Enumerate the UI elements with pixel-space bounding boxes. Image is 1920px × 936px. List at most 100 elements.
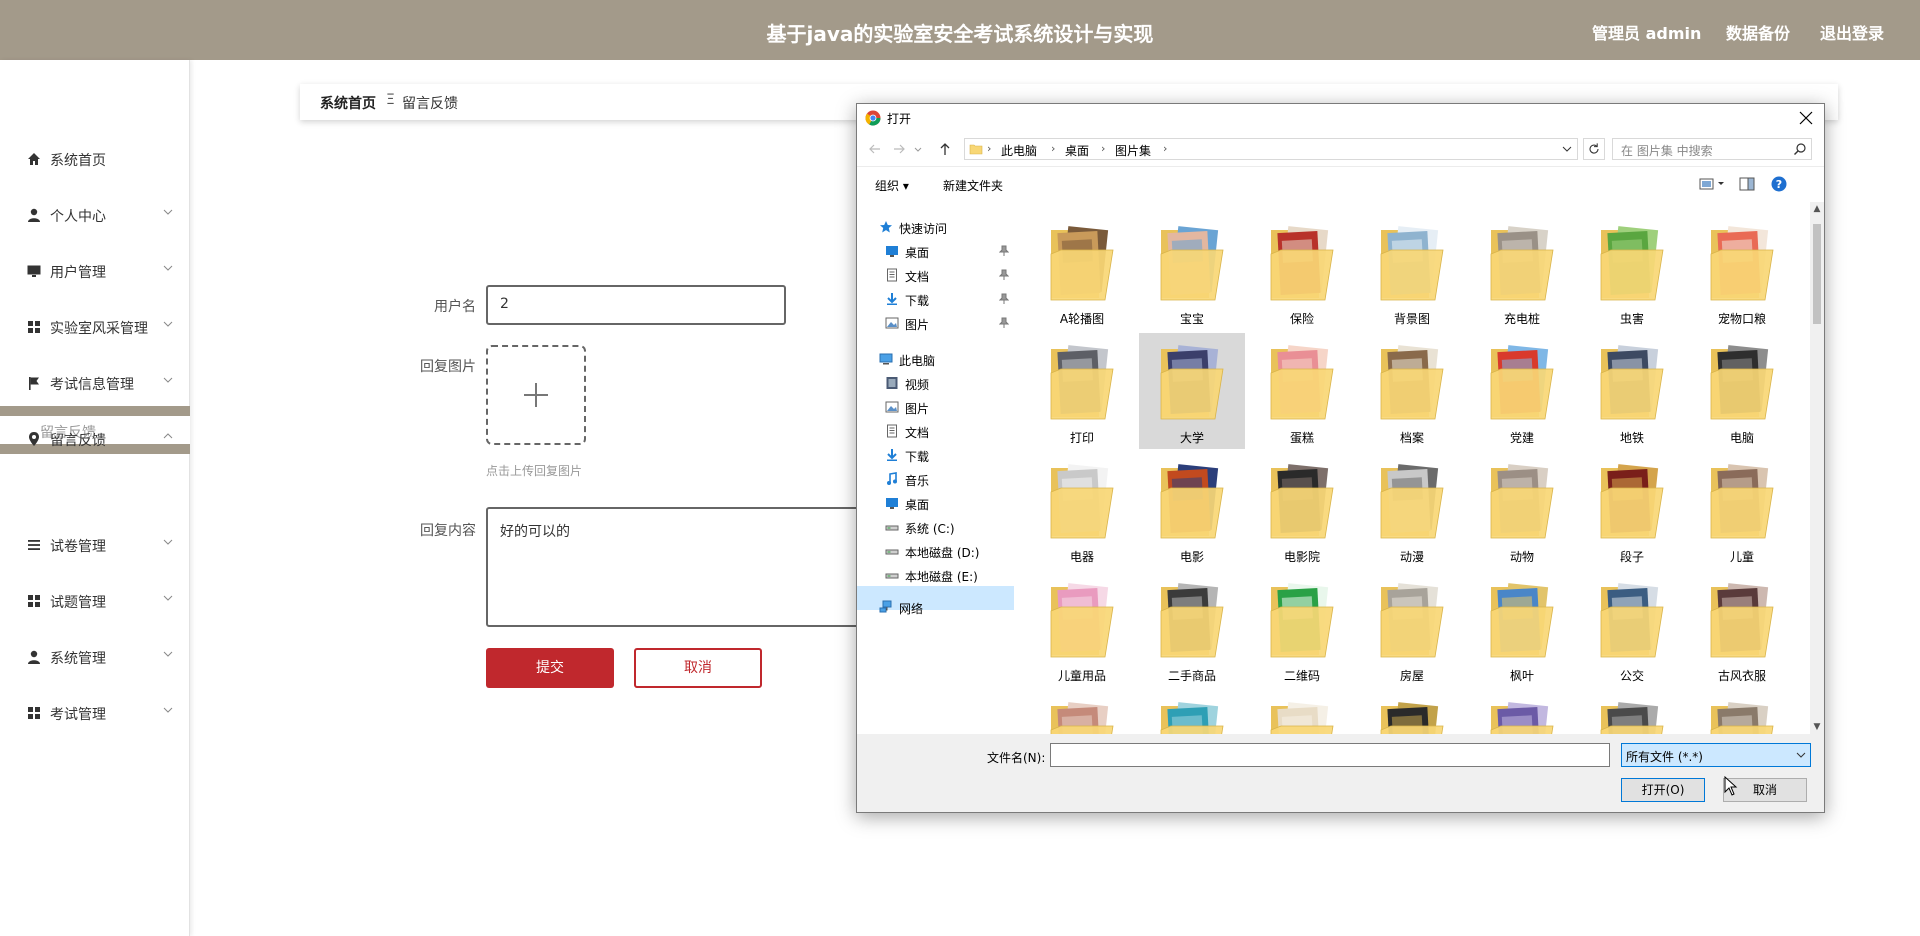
- pin-icon[interactable]: [999, 293, 1009, 305]
- folder-tile[interactable]: [1359, 690, 1465, 734]
- help-icon[interactable]: ?: [1771, 176, 1787, 192]
- path-desktop[interactable]: 桌面: [1065, 142, 1089, 159]
- vertical-scrollbar[interactable]: ▲ ▼: [1810, 202, 1824, 734]
- tree-item-11[interactable]: 桌面: [885, 492, 1005, 514]
- sidebar-item-3[interactable]: 实验室风采管理: [0, 306, 190, 346]
- open-button[interactable]: 打开(O): [1621, 778, 1705, 802]
- username-field[interactable]: 2: [486, 285, 786, 325]
- folder-tile[interactable]: 段子: [1579, 452, 1685, 568]
- folder-tile[interactable]: [1689, 690, 1795, 734]
- breadcrumb-home[interactable]: 系统首页: [320, 93, 376, 113]
- scroll-up-icon[interactable]: ▲: [1812, 204, 1822, 214]
- folder-tile[interactable]: 大学: [1139, 333, 1245, 449]
- tree-item-1[interactable]: 桌面: [885, 240, 1009, 262]
- folder-tile[interactable]: 保险: [1249, 214, 1355, 330]
- folder-tile[interactable]: 宝宝: [1139, 214, 1245, 330]
- folder-tile[interactable]: 儿童: [1689, 452, 1795, 568]
- image-upload-box[interactable]: [486, 345, 586, 445]
- folder-tile[interactable]: 背景图: [1359, 214, 1465, 330]
- folder-tile[interactable]: 打印: [1029, 333, 1135, 449]
- reply-content-textarea[interactable]: 好的可以的: [486, 507, 906, 627]
- pin-icon[interactable]: [999, 317, 1009, 329]
- folder-tile[interactable]: 电影院: [1249, 452, 1355, 568]
- tree-item-9[interactable]: 下载: [885, 444, 1005, 466]
- refresh-button[interactable]: [1583, 138, 1605, 160]
- sidebar-item-1[interactable]: 个人中心: [0, 194, 190, 234]
- sidebar-item-8[interactable]: 系统管理: [0, 636, 190, 676]
- folder-tile[interactable]: 古风衣服: [1689, 571, 1795, 687]
- folder-tile[interactable]: [1249, 690, 1355, 734]
- folder-tile[interactable]: 电影: [1139, 452, 1245, 568]
- scrollbar-thumb[interactable]: [1813, 224, 1821, 324]
- folder-tile[interactable]: 宠物口粮: [1689, 214, 1795, 330]
- address-bar[interactable]: › 此电脑 › 桌面 › 图片集 ›: [964, 138, 1578, 160]
- sidebar-item-6[interactable]: 试卷管理: [0, 524, 190, 564]
- tree-item-14[interactable]: 本地磁盘 (E:): [885, 564, 1005, 586]
- sidebar-item-7[interactable]: 试题管理: [0, 580, 190, 620]
- folder-tile[interactable]: 二手商品: [1139, 571, 1245, 687]
- filename-input[interactable]: [1050, 743, 1610, 767]
- folder-tile[interactable]: 动漫: [1359, 452, 1465, 568]
- back-arrow-icon[interactable]: [867, 141, 883, 157]
- up-arrow-icon[interactable]: [937, 141, 953, 157]
- new-folder-button[interactable]: 新建文件夹: [943, 177, 1003, 194]
- folder-tile[interactable]: 地铁: [1579, 333, 1685, 449]
- tree-item-12[interactable]: 系统 (C:): [885, 516, 1005, 538]
- sidebar-item-9[interactable]: 考试管理: [0, 692, 190, 732]
- sidebar-item-2[interactable]: 用户管理: [0, 250, 190, 290]
- path-pictures[interactable]: 图片集: [1115, 142, 1151, 159]
- tree-item-5[interactable]: 此电脑: [879, 348, 999, 370]
- forward-arrow-icon[interactable]: [891, 141, 907, 157]
- folder-tile[interactable]: 房屋: [1359, 571, 1465, 687]
- folder-tile[interactable]: 党建: [1469, 333, 1575, 449]
- folder-tile[interactable]: 公交: [1579, 571, 1685, 687]
- folder-tile[interactable]: A轮播图: [1029, 214, 1135, 330]
- folder-tile[interactable]: 档案: [1359, 333, 1465, 449]
- folder-tile[interactable]: 枫叶: [1469, 571, 1575, 687]
- search-input[interactable]: 在 图片集 中搜索: [1612, 138, 1812, 160]
- tree-item-0[interactable]: 快速访问: [879, 216, 999, 238]
- folder-tile[interactable]: 虫害: [1579, 214, 1685, 330]
- backup-link[interactable]: 数据备份: [1726, 20, 1790, 44]
- tree-item-10[interactable]: 音乐: [885, 468, 1005, 490]
- tree-item-15[interactable]: 网络: [879, 596, 999, 618]
- folder-tile[interactable]: 动物: [1469, 452, 1575, 568]
- preview-pane-icon[interactable]: [1739, 176, 1755, 192]
- submit-button[interactable]: 提交: [486, 648, 614, 688]
- pin-icon[interactable]: [999, 269, 1009, 281]
- tree-item-label: 本地磁盘 (D:): [905, 546, 980, 560]
- folder-tile[interactable]: [1029, 690, 1135, 734]
- folder-tile[interactable]: 二维码: [1249, 571, 1355, 687]
- folder-tile[interactable]: [1139, 690, 1245, 734]
- folder-tile[interactable]: 电器: [1029, 452, 1135, 568]
- logout-link[interactable]: 退出登录: [1820, 20, 1884, 44]
- pin-icon[interactable]: [999, 245, 1009, 257]
- close-icon[interactable]: [1794, 106, 1818, 130]
- admin-link[interactable]: 管理员 admin: [1592, 20, 1701, 44]
- filetype-select[interactable]: 所有文件 (*.*): [1621, 743, 1811, 767]
- folder-tile[interactable]: [1469, 690, 1575, 734]
- folder-tile[interactable]: 充电桩: [1469, 214, 1575, 330]
- folder-tile[interactable]: 儿童用品: [1029, 571, 1135, 687]
- folder-tile[interactable]: [1579, 690, 1685, 734]
- folder-name: 地铁: [1619, 431, 1644, 445]
- tree-item-8[interactable]: 文档: [885, 420, 1005, 442]
- tree-item-6[interactable]: 视频: [885, 372, 1005, 394]
- sidebar-item-5[interactable]: 留言反馈: [0, 418, 190, 458]
- view-options-icon[interactable]: [1699, 176, 1727, 192]
- scroll-down-icon[interactable]: ▼: [1812, 722, 1822, 732]
- recent-dropdown-icon[interactable]: [913, 141, 923, 157]
- tree-item-13[interactable]: 本地磁盘 (D:): [885, 540, 1005, 562]
- tree-item-4[interactable]: 图片: [885, 312, 1009, 334]
- folder-tile[interactable]: 蛋糕: [1249, 333, 1355, 449]
- cancel-button[interactable]: 取消: [634, 648, 762, 688]
- tree-item-3[interactable]: 下载: [885, 288, 1009, 310]
- chevron-down-icon[interactable]: [1561, 143, 1573, 155]
- folder-tile[interactable]: 电脑: [1689, 333, 1795, 449]
- tree-item-7[interactable]: 图片: [885, 396, 1005, 418]
- sidebar-item-4[interactable]: 考试信息管理: [0, 362, 190, 402]
- organize-menu[interactable]: 组织 ▾: [875, 177, 909, 194]
- path-this-pc[interactable]: 此电脑: [1001, 142, 1037, 159]
- tree-item-2[interactable]: 文档: [885, 264, 1009, 286]
- sidebar-item-0[interactable]: 系统首页: [0, 138, 190, 178]
